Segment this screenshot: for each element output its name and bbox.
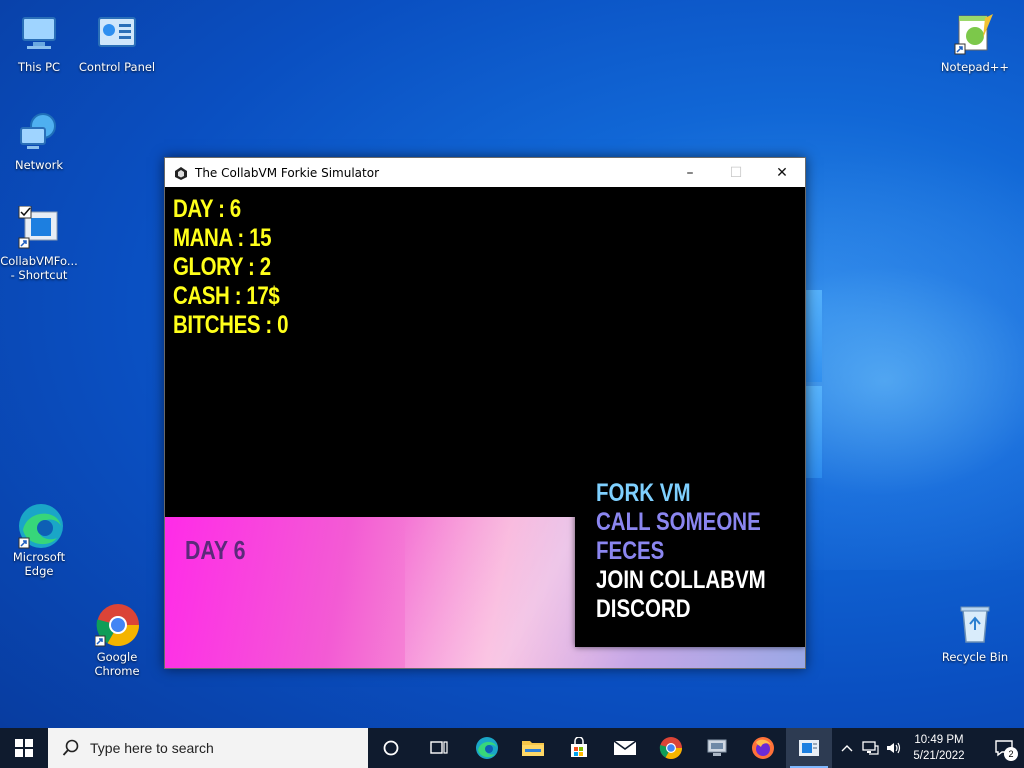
task-view-icon xyxy=(430,741,448,754)
cortana-icon xyxy=(383,740,399,756)
start-button[interactable] xyxy=(0,728,48,768)
network-app-icon xyxy=(707,739,727,756)
desktop-icon-label: CollabVMFo... - Shortcut xyxy=(0,254,78,282)
windows-logo-icon xyxy=(15,739,33,757)
menu-item-call-someone[interactable]: CALL SOMEONE xyxy=(596,508,761,537)
notification-icon: 2 xyxy=(994,739,1018,761)
task-view-button[interactable] xyxy=(416,728,462,768)
stat-cash: CASH : 17$ xyxy=(173,282,280,310)
desktop-icon-label: Notepad++ xyxy=(940,60,1010,74)
this-pc-icon xyxy=(17,12,61,56)
stats-panel: DAY : 6 MANA : 15 GLORY : 2 CASH : 17$ B… xyxy=(173,195,313,340)
store-icon xyxy=(571,737,587,757)
recycle-bin-icon xyxy=(953,602,997,646)
taskbar-firefox[interactable] xyxy=(740,728,786,768)
menu-item-discord[interactable]: DISCORD xyxy=(596,595,691,624)
taskbar-clock[interactable]: 10:49 PM 5/21/2022 xyxy=(904,732,974,764)
taskbar: Type here to search 10:49 PM 5/21/2022 2 xyxy=(0,728,1024,768)
menu-item-join-collabvm[interactable]: JOIN COLLABVM xyxy=(596,566,766,595)
taskbar-network-app[interactable] xyxy=(694,728,740,768)
control-panel-icon xyxy=(95,12,139,56)
stat-glory: GLORY : 2 xyxy=(173,253,271,281)
forkie-app-icon xyxy=(799,740,819,756)
desktop-icon-google-chrome[interactable]: Google Chrome xyxy=(78,602,156,678)
collabvm-app-icon xyxy=(17,205,61,250)
desktop-icon-recycle-bin[interactable]: Recycle Bin xyxy=(936,602,1014,664)
taskbar-file-explorer[interactable] xyxy=(510,728,556,768)
forkie-simulator-window[interactable]: The CollabVM Forkie Simulator – ☐ ✕ DAY … xyxy=(164,157,806,669)
taskbar-mail[interactable] xyxy=(602,728,648,768)
taskbar-chrome[interactable] xyxy=(648,728,694,768)
chrome-icon xyxy=(659,737,682,759)
menu-item-fork-vm[interactable]: FORK VM xyxy=(596,479,691,508)
search-placeholder: Type here to search xyxy=(90,740,214,756)
notepad-plus-plus-icon xyxy=(953,12,997,56)
action-center-button[interactable]: 2 xyxy=(984,728,1024,768)
network-icon xyxy=(17,110,61,154)
firefox-icon xyxy=(752,737,774,759)
menu-item-feces[interactable]: FECES xyxy=(596,537,664,566)
cortana-button[interactable] xyxy=(368,728,414,768)
desktop-icon-label: This PC xyxy=(17,60,61,74)
taskbar-store[interactable] xyxy=(556,728,602,768)
edge-icon xyxy=(17,502,63,549)
system-tray xyxy=(836,728,906,768)
stat-day: DAY : 6 xyxy=(173,195,241,223)
notification-count-badge: 2 xyxy=(1004,747,1018,761)
stat-bitches: BITCHES : 0 xyxy=(173,311,289,339)
minimize-button[interactable]: – xyxy=(667,158,713,187)
edge-icon xyxy=(476,737,498,759)
desktop-icon-control-panel[interactable]: Control Panel xyxy=(78,12,156,74)
taskbar-search-box[interactable]: Type here to search xyxy=(48,728,368,768)
desktop-icon-network[interactable]: Network xyxy=(0,110,78,172)
window-titlebar[interactable]: The CollabVM Forkie Simulator – ☐ ✕ xyxy=(165,158,805,187)
clock-time: 10:49 PM xyxy=(914,734,964,746)
stat-mana: MANA : 15 xyxy=(173,224,272,252)
desktop-icon-label: Recycle Bin xyxy=(941,650,1009,664)
game-canvas[interactable]: DAY : 6 MANA : 15 GLORY : 2 CASH : 17$ B… xyxy=(165,187,805,668)
action-menu: FORK VM CALL SOMEONE FECES JOIN COLLABVM… xyxy=(575,461,805,647)
desktop-icon-label: Google Chrome xyxy=(94,650,140,678)
app-icon xyxy=(173,165,189,181)
window-title: The CollabVM Forkie Simulator xyxy=(195,165,380,180)
folder-icon xyxy=(522,741,544,756)
mail-icon xyxy=(613,740,637,755)
desktop-icon-notepad-plus-plus[interactable]: Notepad++ xyxy=(936,12,1014,74)
desktop-icon-collabvm-shortcut[interactable]: CollabVMFo... - Shortcut xyxy=(0,205,78,282)
chrome-icon xyxy=(94,602,139,647)
desktop-icon-label: Microsoft Edge xyxy=(12,550,66,578)
close-button[interactable]: ✕ xyxy=(759,158,805,187)
taskbar-forkie-simulator[interactable] xyxy=(786,728,832,768)
desktop-icon-label: Network xyxy=(14,158,64,172)
wallpaper-logo-pane-bottom xyxy=(806,386,822,478)
search-icon xyxy=(62,739,80,757)
clock-date: 5/21/2022 xyxy=(913,750,965,762)
maximize-button[interactable]: ☐ xyxy=(713,158,759,187)
desktop-icon-label: Control Panel xyxy=(78,60,156,74)
network-status-icon[interactable] xyxy=(858,740,882,756)
day-banner: DAY 6 xyxy=(185,535,246,565)
chevron-up-icon[interactable] xyxy=(836,744,858,752)
desktop-icon-microsoft-edge[interactable]: Microsoft Edge xyxy=(0,502,78,578)
desktop-icon-this-pc[interactable]: This PC xyxy=(0,12,78,74)
taskbar-edge[interactable] xyxy=(464,728,510,768)
volume-icon[interactable] xyxy=(882,740,906,756)
wallpaper-logo-pane-top xyxy=(806,290,822,382)
